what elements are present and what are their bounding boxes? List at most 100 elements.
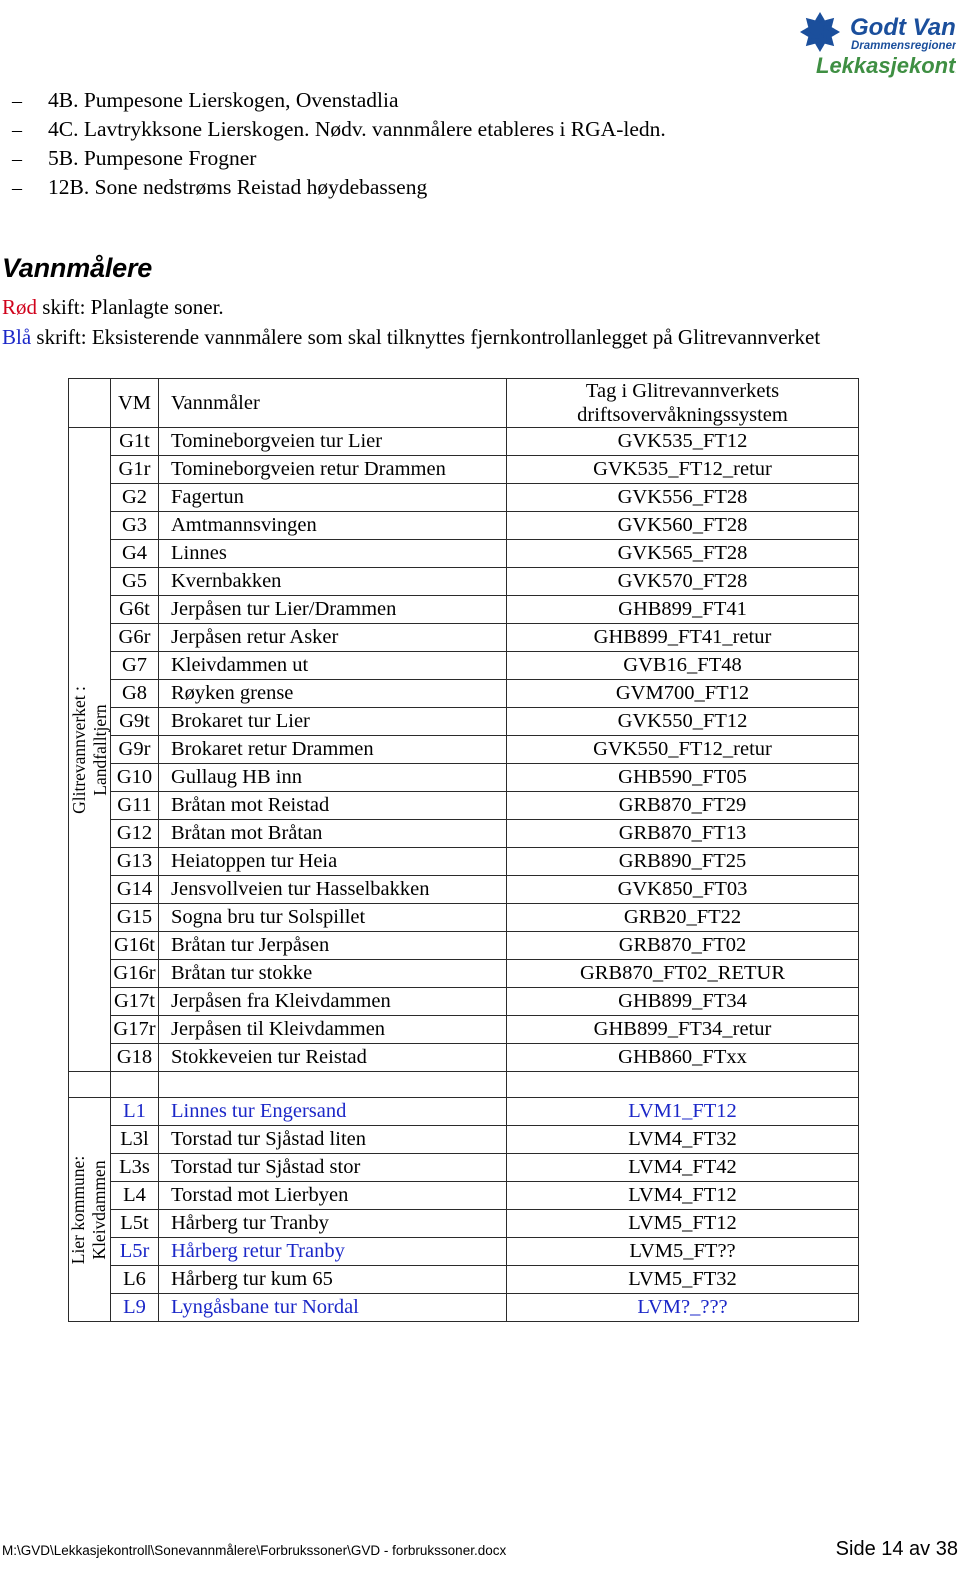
cell-meter-name: Tomineborgveien tur Lier (158, 427, 507, 456)
cell-tag-code: GVB16_FT48 (506, 651, 859, 680)
cell-vm-code: L3s (110, 1153, 159, 1182)
cell-vm-code: L1 (110, 1097, 159, 1126)
bullet-dash-icon: – (12, 119, 22, 141)
bullet-dash-icon: – (12, 177, 22, 199)
cell-tag-code: GVK550_FT12 (506, 707, 859, 736)
cell-meter-name: Bråtan tur stokke (158, 959, 507, 988)
logo-brand-primary: Godt Vann (850, 14, 956, 41)
cell-vm-code: G6r (110, 623, 159, 652)
group-label-line1: Lier kommune: (69, 1155, 89, 1264)
zone-bullet-list: – 4B. Pumpesone Lierskogen, Ovenstadlia – 4… (0, 86, 940, 202)
group-label-cell: Glitrevannverket : Landfalltjern (68, 427, 111, 1072)
cell-tag-code: LVM4_FT32 (506, 1125, 859, 1154)
cell-meter-name: Hårberg tur kum 65 (158, 1265, 507, 1294)
table-row: G16r Bråtan tur stokke GRB870_FT02_RETUR (69, 959, 859, 988)
cell-meter-name: Jerpåsen retur Asker (158, 623, 507, 652)
cell-meter-name: Kleivdammen ut (158, 651, 507, 680)
cell-meter-name: Fagertun (158, 483, 507, 512)
bullet-item: – 4B. Pumpesone Lierskogen, Ovenstadlia (0, 86, 940, 115)
cell-vm-code: G16t (110, 931, 159, 960)
header-group-empty (68, 378, 111, 428)
cell-meter-name: Bråtan tur Jerpåsen (158, 931, 507, 960)
logo-brand-tagline: Lekkasjekontroll (816, 53, 956, 78)
table-row: G7 Kleivdammen ut GVB16_FT48 (69, 651, 859, 680)
bullet-item: – 5B. Pumpesone Frogner (0, 144, 940, 173)
bullet-item-label: 4C. Lavtrykksone Lierskogen. Nødv. vannm… (48, 117, 666, 141)
cell-meter-name: Brokaret retur Drammen (158, 735, 507, 764)
page-title: Vannmålere (2, 253, 153, 283)
cell-tag-code: GRB870_FT02 (506, 931, 859, 960)
water-droplet-circle-icon: Godt Vann Drammensregionen Lekkasjekontr… (800, 12, 956, 78)
table-row: G9t Brokaret tur Lier GVK550_FT12 (69, 707, 859, 736)
cell-vm-code: G6t (110, 595, 159, 624)
table-row: G16t Bråtan tur Jerpåsen GRB870_FT02 (69, 931, 859, 960)
cell-tag-code: GVK535_FT12 (506, 427, 859, 456)
table-header-row: VM Vannmåler Tag i Glitrevannverkets dri… (68, 378, 859, 428)
table-row: G11 Bråtan mot Reistad GRB870_FT29 (69, 791, 859, 820)
cell-meter-name: Bråtan mot Bråtan (158, 819, 507, 848)
table-row: G6r Jerpåsen retur Asker GHB899_FT41_retur (69, 623, 859, 652)
cell-tag-code: GHB899_FT34_retur (506, 1015, 859, 1044)
rotated-label-wrapper: Glitrevannverket : Landfalltjern (69, 428, 110, 1071)
table-row: L6 Hårberg tur kum 65 LVM5_FT32 (69, 1265, 859, 1294)
cell-meter-name: Kvernbakken (158, 567, 507, 596)
rotated-group-label: Lier kommune: Kleivdammen (69, 1155, 110, 1263)
cell-vm-code: G9r (110, 735, 159, 764)
cell-meter-name: Hårberg tur Tranby (158, 1209, 507, 1238)
cell-vm-code: G13 (110, 847, 159, 876)
cell-meter-name: Linnes tur Engersand (158, 1097, 507, 1126)
cell-tag-code: GVK850_FT03 (506, 875, 859, 904)
cell-meter-name: Stokkeveien tur Reistad (158, 1043, 507, 1072)
cell-vm-code: G9t (110, 707, 159, 736)
cell-tag-code: GHB899_FT41 (506, 595, 859, 624)
table-body: Glitrevannverket : Landfalltjern G1t Tomine… (68, 427, 859, 1322)
cell-meter-name: Amtmannsvingen (158, 511, 507, 540)
table-row: L4 Torstad mot Lierbyen LVM4_FT12 (69, 1181, 859, 1210)
cell-meter-name: Heiatoppen tur Heia (158, 847, 507, 876)
cell-tag-code: GVK560_FT28 (506, 511, 859, 540)
cell-tag-code: GVM700_FT12 (506, 679, 859, 708)
spacer-cell (158, 1071, 507, 1098)
cell-tag-code: GVK565_FT28 (506, 539, 859, 568)
cell-vm-code: G3 (110, 511, 159, 540)
cell-vm-code: G1t (110, 427, 159, 456)
cell-tag-code: LVM4_FT42 (506, 1153, 859, 1182)
cell-vm-code: G11 (110, 791, 159, 820)
table-row: G18 Stokkeveien tur Reistad GHB860_FTxx (69, 1043, 859, 1072)
cell-vm-code: G14 (110, 875, 159, 904)
table-row: G5 Kvernbakken GVK570_FT28 (69, 567, 859, 596)
group-label-line2: Kleivdammen (89, 1159, 110, 1260)
legend-red-line: Rød skift: Planlagte soner. (2, 292, 952, 322)
cell-tag-code: GRB870_FT13 (506, 819, 859, 848)
legend-blue-rest: skrift: Eksisterende vannmålere som skal… (31, 325, 821, 349)
bullet-dash-icon: – (12, 148, 22, 170)
table-row: L9 Lyngåsbane tur Nordal LVM?_??? (69, 1293, 859, 1322)
cell-meter-name: Torstad mot Lierbyen (158, 1181, 507, 1210)
group-label-line1: Glitrevannverket : (69, 685, 89, 814)
cell-vm-code: L5r (110, 1237, 159, 1266)
cell-meter-name: Torstad tur Sjåstad liten (158, 1125, 507, 1154)
cell-tag-code: LVM4_FT12 (506, 1181, 859, 1210)
table-row: G2 Fagertun GVK556_FT28 (69, 483, 859, 512)
footer-file-path: M:\GVD\Lekkasjekontroll\Sonevannmålere\F… (2, 1543, 507, 1558)
table-row: G3 Amtmannsvingen GVK560_FT28 (69, 511, 859, 540)
header-tag: Tag i Glitrevannverkets driftsovervåknin… (506, 378, 859, 428)
footer-page-number: Side 14 av 38 (835, 1538, 958, 1560)
rotated-group-label: Glitrevannverket : Landfalltjern (69, 686, 110, 814)
cell-tag-code: GVK556_FT28 (506, 483, 859, 512)
table-row: G9r Brokaret retur Drammen GVK550_FT12_ret… (69, 735, 859, 764)
cell-meter-name: Bråtan mot Reistad (158, 791, 507, 820)
cell-tag-code: LVM5_FT12 (506, 1209, 859, 1238)
cell-meter-name: Lyngåsbane tur Nordal (158, 1293, 507, 1322)
cell-tag-code: GHB899_FT34 (506, 987, 859, 1016)
table-row: G4 Linnes GVK565_FT28 (69, 539, 859, 568)
cell-tag-code: GRB20_FT22 (506, 903, 859, 932)
table-row: L3l Torstad tur Sjåstad liten LVM4_FT32 (69, 1125, 859, 1154)
cell-tag-code: GRB870_FT02_RETUR (506, 959, 859, 988)
table-row: Glitrevannverket : Landfalltjern G1t Tomine… (68, 427, 859, 1072)
table-row: G17t Jerpåsen fra Kleivdammen GHB899_FT34 (69, 987, 859, 1016)
cell-vm-code: G5 (110, 567, 159, 596)
cell-tag-code: GHB860_FTxx (506, 1043, 859, 1072)
table-row: Lier kommune: Kleivdammen L1 Linnes tur Eng… (68, 1097, 859, 1322)
header-vannmaler: Vannmåler (158, 378, 507, 428)
